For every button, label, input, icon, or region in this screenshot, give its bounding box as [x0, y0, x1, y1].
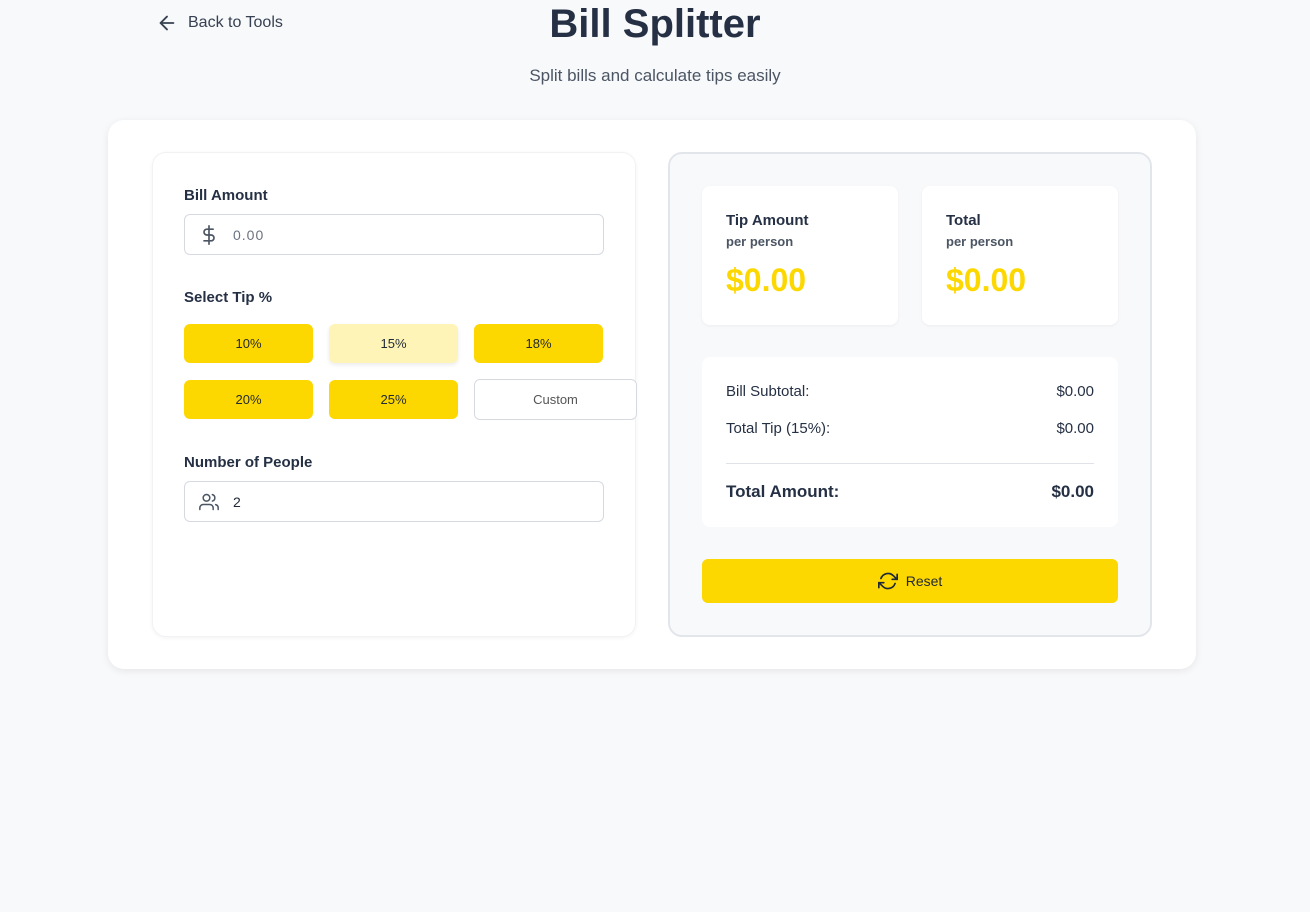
page-title: Bill Splitter [549, 2, 761, 46]
tip-25-button[interactable]: 25% [329, 380, 458, 419]
tip-20-button[interactable]: 20% [184, 380, 313, 419]
input-panel: Bill Amount Select Tip % 10% 15% 18% 20%… [152, 152, 637, 637]
calculator-card: Bill Amount Select Tip % 10% 15% 18% 20%… [108, 120, 1196, 669]
total-subtitle: per person [946, 234, 1014, 249]
tip-15-button[interactable]: 15% [329, 324, 458, 363]
custom-tip-input[interactable]: Custom [474, 379, 637, 420]
number-of-people-input[interactable] [233, 482, 593, 521]
select-tip-label: Select Tip % [184, 289, 273, 306]
total-amount-row: Total Amount: $0.00 [726, 482, 1094, 502]
total-tip-value: $0.00 [1056, 420, 1094, 437]
users-icon [185, 492, 233, 512]
total-per-person-card: Total per person $0.00 [922, 186, 1118, 325]
bill-amount-field[interactable] [184, 214, 604, 255]
tip-amount-subtitle: per person [726, 234, 794, 249]
bill-amount-input[interactable] [233, 215, 593, 254]
page-subtitle: Split bills and calculate tips easily [529, 66, 781, 85]
total-amount-label: Total Amount: [726, 482, 840, 501]
tip-amount-value: $0.00 [726, 262, 807, 298]
tip-amount-title: Tip Amount [726, 212, 809, 229]
tip-per-person-card: Tip Amount per person $0.00 [702, 186, 898, 325]
number-of-people-field[interactable] [184, 481, 604, 522]
total-amount-value: $0.00 [1051, 482, 1094, 501]
dollar-icon [185, 224, 233, 245]
total-tip-row: Total Tip (15%): $0.00 [726, 420, 1094, 437]
summary-card: Bill Subtotal: $0.00 Total Tip (15%): $0… [702, 357, 1118, 527]
tip-18-button[interactable]: 18% [474, 324, 603, 363]
bill-subtotal-label: Bill Subtotal: [726, 383, 810, 400]
reset-button[interactable]: Reset [702, 559, 1118, 603]
bill-subtotal-row: Bill Subtotal: $0.00 [726, 383, 1094, 400]
refresh-icon [877, 572, 898, 590]
summary-divider [726, 463, 1094, 464]
results-panel: Tip Amount per person $0.00 Total per pe… [668, 152, 1152, 637]
tip-10-button[interactable]: 10% [184, 324, 313, 363]
bill-subtotal-value: $0.00 [1056, 383, 1094, 400]
reset-label: Reset [905, 573, 943, 589]
total-value: $0.00 [946, 262, 1027, 298]
bill-amount-label: Bill Amount [184, 187, 268, 204]
number-of-people-label: Number of People [184, 454, 313, 471]
page: Back to Tools Bill Splitter Split bills … [0, 0, 1310, 912]
total-title: Total [946, 212, 981, 229]
total-tip-label: Total Tip (15%): [726, 420, 831, 437]
